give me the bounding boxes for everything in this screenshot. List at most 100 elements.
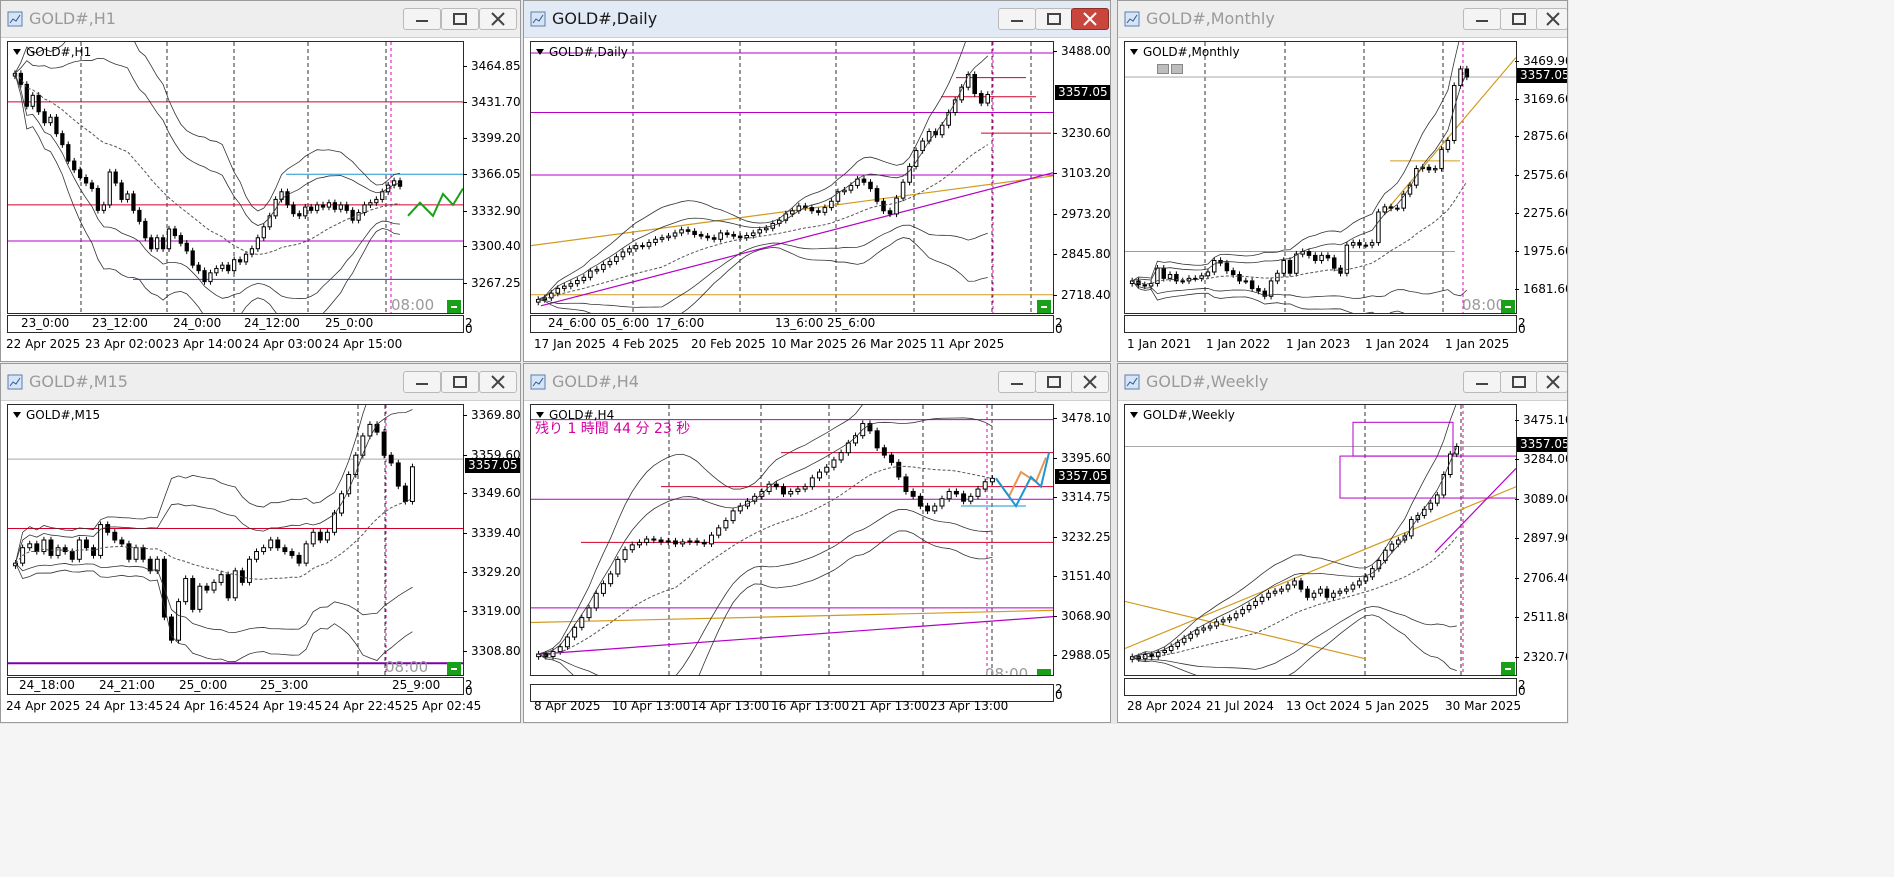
dropdown-arrow-icon: [1130, 412, 1138, 418]
candle-body: [1292, 580, 1297, 586]
chart-window-weekly[interactable]: GOLD#,Weekly GOLD#,Weekly 3475.10 3357.05…: [1117, 363, 1568, 723]
time-tick: 1 Jan 2024: [1365, 337, 1430, 351]
scroll-down-icon[interactable]: [1157, 64, 1169, 74]
minimize-button[interactable]: [998, 8, 1036, 30]
close-button[interactable]: [1536, 371, 1567, 393]
candle-body: [615, 558, 621, 575]
price-tick: 3395.60: [1053, 450, 1111, 465]
sub-label: 23_12:00: [92, 316, 148, 330]
candle-body: [54, 116, 59, 135]
maximize-button[interactable]: [1035, 8, 1073, 30]
price-tick: 3300.40: [463, 239, 521, 254]
price-plot[interactable]: GOLD#,H1 08:00: [7, 41, 464, 314]
window-titlebar[interactable]: GOLD#,M15: [1, 364, 520, 401]
candle-body: [887, 210, 893, 215]
window-title: GOLD#,Daily: [552, 9, 658, 28]
candle-body: [326, 202, 332, 208]
chart-window-daily[interactable]: GOLD#,Daily GOLD#,Daily 3488.00 3357.05 32…: [523, 0, 1111, 362]
maximize-button[interactable]: [441, 8, 479, 30]
price-tick: 3475.10: [1515, 413, 1567, 427]
price-tick: 3369.80: [463, 408, 521, 423]
minimize-button[interactable]: [1463, 371, 1501, 393]
candle-body: [744, 234, 750, 239]
candle-body: [332, 512, 337, 533]
price-plot[interactable]: GOLD#,Monthly 08:00: [1124, 41, 1517, 314]
price-plot[interactable]: GOLD#,Weekly: [1124, 404, 1517, 676]
candle-body: [1363, 576, 1369, 582]
expand-indicator-icon[interactable]: [1037, 669, 1051, 675]
candle-body: [131, 193, 136, 211]
close-button[interactable]: [1536, 8, 1567, 30]
window-titlebar[interactable]: GOLD#,H1: [1, 1, 520, 38]
maximize-button[interactable]: [441, 371, 479, 393]
maximize-button[interactable]: [1500, 8, 1538, 30]
expand-indicator-icon[interactable]: [1501, 300, 1515, 313]
symbol-label: GOLD#,Daily: [549, 45, 628, 59]
candle-body: [320, 204, 326, 208]
candle-body: [1161, 267, 1166, 279]
candle-body: [975, 488, 981, 497]
trend-line: [1125, 486, 1516, 650]
candle-body: [1344, 244, 1350, 274]
maximize-button[interactable]: [1500, 371, 1538, 393]
chart-window-monthly[interactable]: GOLD#,Monthly GOLD#,Monthly 08:00 3469.9…: [1117, 0, 1568, 362]
candle-body: [816, 210, 821, 213]
window-titlebar[interactable]: GOLD#,Weekly: [1118, 364, 1567, 401]
candle-body: [196, 264, 201, 272]
minimize-icon: [1011, 383, 1023, 385]
chart-window-h4[interactable]: GOLD#,H4 GOLD#,H4 残り 1 時間 44 分 23 秒 08:0…: [523, 363, 1111, 723]
candle-body: [1313, 254, 1318, 261]
candle-body: [220, 264, 225, 269]
candle-body: [665, 540, 671, 543]
candle-body: [968, 495, 974, 502]
candle-body: [89, 182, 95, 189]
expand-indicator-icon[interactable]: [447, 300, 461, 313]
expand-indicator-icon[interactable]: [1501, 662, 1515, 675]
sub-label: 23_0:00: [21, 316, 70, 330]
candle-body: [1249, 280, 1255, 290]
candle-body: [737, 235, 743, 239]
candle-body: [160, 237, 166, 250]
sub-axis-tick: 0: [1518, 684, 1526, 698]
maximize-button[interactable]: [1035, 371, 1073, 393]
candle-countdown: 残り 1 時間 44 分 23 秒: [535, 421, 691, 437]
chart-app-icon: [1124, 374, 1140, 390]
price-tick: 2845.80: [1053, 247, 1111, 262]
window-titlebar[interactable]: GOLD#,Daily: [524, 1, 1110, 38]
trend-line: [540, 172, 1053, 307]
candle-body: [34, 543, 40, 553]
candle-body: [1243, 280, 1249, 283]
minimize-button[interactable]: [1463, 8, 1501, 30]
minimize-button[interactable]: [998, 371, 1036, 393]
candle-body: [874, 430, 880, 449]
chart-window-m15[interactable]: GOLD#,M15 GOLD#,M15 08:00 3369.80 3359.60…: [0, 363, 521, 723]
minimize-button[interactable]: [403, 8, 441, 30]
candle-body: [172, 228, 178, 237]
time-tick: 23 Apr 02:00: [85, 337, 164, 351]
scroll-up-icon[interactable]: [1171, 64, 1183, 74]
window-titlebar[interactable]: GOLD#,Monthly: [1118, 1, 1567, 38]
close-button[interactable]: [1071, 371, 1109, 393]
expand-indicator-icon[interactable]: [1037, 300, 1051, 313]
price-projection-arrow: [995, 457, 1047, 499]
price-plot[interactable]: GOLD#,Daily: [530, 41, 1054, 314]
window-titlebar[interactable]: GOLD#,H4: [524, 364, 1110, 401]
candle-body: [214, 267, 219, 274]
time-tick: 21 Apr 13:00: [851, 699, 930, 713]
candle-body: [91, 547, 96, 556]
close-button[interactable]: [479, 371, 517, 393]
candle-body: [362, 204, 367, 214]
maximize-icon: [453, 376, 467, 388]
chart-window-h1[interactable]: GOLD#,H1 GOLD#,H1 08:00 3464.85 3431.70 33…: [0, 0, 521, 362]
price-plot[interactable]: GOLD#,H4 残り 1 時間 44 分 23 秒 08:00: [530, 404, 1054, 676]
close-button[interactable]: [1071, 8, 1109, 30]
close-button[interactable]: [479, 8, 517, 30]
candle-body: [705, 235, 710, 239]
minimize-button[interactable]: [403, 371, 441, 393]
time-tick: 20 Feb 2025: [691, 337, 766, 351]
price-plot[interactable]: GOLD#,M15 08:00: [7, 404, 464, 676]
price-tick: 2973.20: [1053, 207, 1111, 222]
candle-body: [1233, 613, 1239, 619]
time-tick: 1 Jan 2021: [1127, 337, 1192, 351]
expand-indicator-icon[interactable]: [447, 662, 461, 675]
